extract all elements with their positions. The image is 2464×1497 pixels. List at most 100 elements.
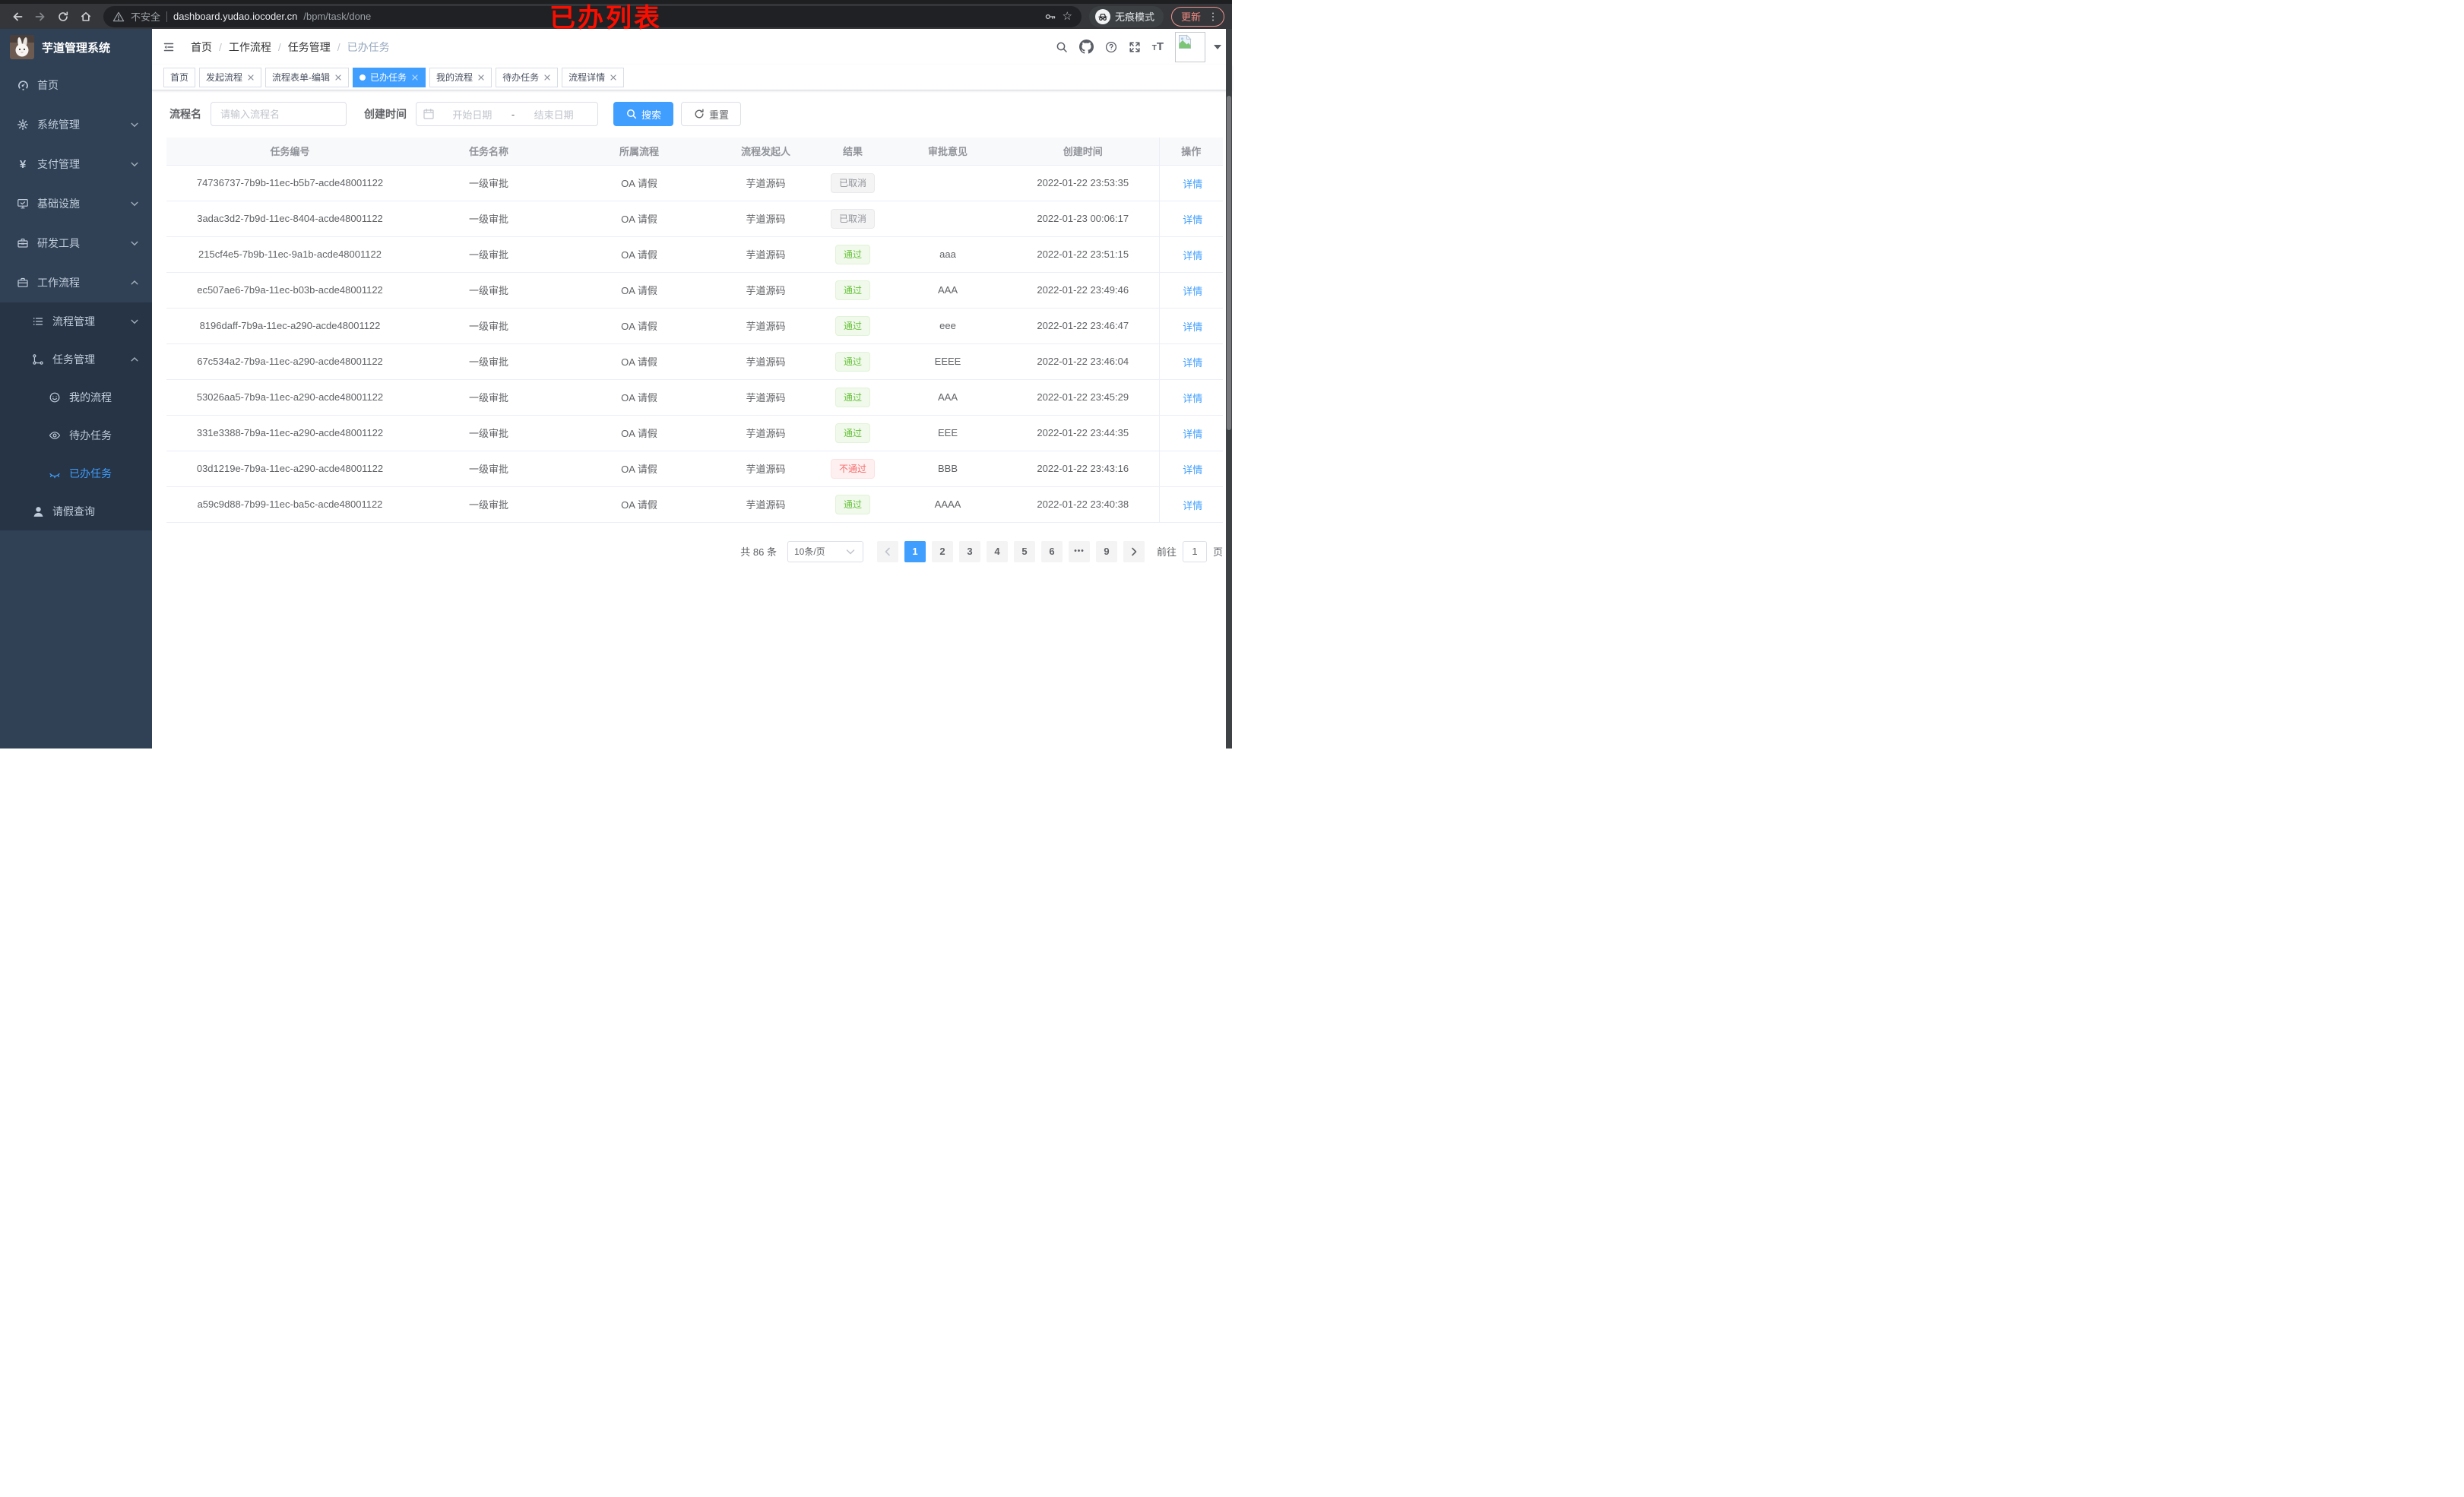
browser-back-button[interactable] [8, 7, 27, 27]
page-scrollbar[interactable] [1226, 29, 1232, 748]
process-name-label: 流程名 [169, 108, 201, 120]
detail-link[interactable]: 详情 [1180, 426, 1202, 441]
chevron-down-icon [130, 120, 139, 129]
result-badge: 通过 [835, 280, 870, 300]
chevron-down-icon [130, 317, 139, 326]
user-menu-caret-icon[interactable] [1214, 44, 1221, 49]
cell-result: 已取消 [817, 201, 888, 237]
flow-icon [31, 353, 45, 366]
prev-page-button[interactable] [876, 540, 898, 562]
detail-link[interactable]: 详情 [1180, 212, 1202, 226]
table-row: 03d1219e-7b9a-11ec-a290-acde48001122 一级审… [166, 451, 1223, 487]
help-icon[interactable] [1105, 41, 1117, 53]
search-button[interactable]: 搜索 [613, 102, 674, 126]
tab-流程表单-编辑[interactable]: 流程表单-编辑 [265, 67, 350, 87]
browser-reload-button[interactable] [53, 7, 73, 27]
scrollbar-thumb[interactable] [1227, 96, 1231, 430]
user-icon [31, 505, 45, 518]
reset-button[interactable]: 重置 [681, 102, 742, 126]
cell-created: 2022-01-22 23:40:38 [1007, 486, 1159, 523]
detail-link[interactable]: 详情 [1180, 462, 1202, 476]
tab-已办任务[interactable]: 已办任务 [353, 67, 426, 87]
cell-starter: 芋道源码 [714, 451, 817, 487]
close-icon[interactable] [411, 74, 419, 81]
cell-actions: 详情 [1158, 236, 1223, 273]
page-button-6[interactable]: 6 [1040, 540, 1063, 562]
bookmark-star-icon[interactable]: ☆ [1063, 11, 1072, 22]
sidebar-item-eye[interactable]: 待办任务 [0, 416, 152, 454]
table-row: 67c534a2-7b9a-11ec-a290-acde48001122 一级审… [166, 343, 1223, 380]
sidebar-item-dashboard[interactable]: 首页 [0, 65, 152, 105]
browser-menu-kebab-icon[interactable] [1207, 11, 1219, 23]
page-size-select[interactable]: 10条/页 [787, 540, 863, 562]
font-size-icon[interactable]: TT [1152, 40, 1164, 53]
sidebar-collapse-button[interactable] [158, 36, 179, 58]
chevron-down-icon [130, 199, 139, 208]
sidebar-item-monitor[interactable]: 基础设施 [0, 184, 152, 223]
detail-link[interactable]: 详情 [1180, 355, 1202, 369]
sidebar-item-eye-closed[interactable]: 已办任务 [0, 454, 152, 492]
page-button-9[interactable]: 9 [1095, 540, 1117, 562]
cell-actions: 详情 [1158, 486, 1223, 523]
sidebar-item-toolbox[interactable]: 研发工具 [0, 223, 152, 263]
cell-comment: AAAA [888, 486, 1007, 523]
page-button-2[interactable]: 2 [931, 540, 953, 562]
detail-link[interactable]: 详情 [1180, 176, 1202, 191]
toolbox-icon [16, 237, 30, 249]
sidebar-item-user[interactable]: 请假查询 [0, 492, 152, 530]
browser-home-button[interactable] [76, 7, 96, 27]
tab-流程详情[interactable]: 流程详情 [562, 67, 625, 87]
page-button-3[interactable]: 3 [958, 540, 980, 562]
sidebar-item-face[interactable]: 我的流程 [0, 378, 152, 416]
result-badge: 通过 [835, 423, 870, 443]
tab-发起流程[interactable]: 发起流程 [199, 67, 262, 87]
process-name-input[interactable] [211, 102, 347, 126]
close-icon[interactable] [610, 74, 617, 81]
sidebar-logo[interactable]: 芋道管理系统 [0, 29, 152, 65]
page-button-active[interactable]: 1 [904, 540, 926, 562]
close-icon[interactable] [247, 74, 255, 81]
date-range-picker[interactable]: 开始日期 - 结束日期 [416, 102, 598, 126]
browser-update-button[interactable]: 更新 [1170, 6, 1224, 27]
detail-link[interactable]: 详情 [1180, 248, 1202, 262]
breadcrumb-current: 已办任务 [347, 40, 390, 53]
close-icon[interactable] [477, 74, 485, 81]
cell-task-id: 03d1219e-7b9a-11ec-a290-acde48001122 [166, 451, 413, 487]
chevron-left-icon [882, 546, 894, 558]
goto-page-input[interactable] [1182, 540, 1207, 562]
result-badge: 不通过 [830, 458, 875, 479]
cell-created: 2022-01-22 23:46:47 [1007, 308, 1159, 344]
create-time-label: 创建时间 [364, 108, 407, 120]
more-pages-button[interactable]: ••• [1068, 540, 1090, 562]
fullscreen-icon[interactable] [1129, 41, 1141, 53]
cell-task-name: 一级审批 [413, 308, 564, 344]
breadcrumb-home[interactable]: 首页 [191, 40, 212, 55]
sidebar-item-briefcase[interactable]: 工作流程 [0, 263, 152, 302]
close-icon[interactable] [543, 74, 551, 81]
sidebar-item-gear[interactable]: 系统管理 [0, 105, 152, 144]
sidebar-item-flow[interactable]: 任务管理 [0, 340, 152, 378]
github-icon[interactable] [1078, 40, 1094, 54]
close-icon[interactable] [334, 74, 342, 81]
detail-link[interactable]: 详情 [1180, 391, 1202, 405]
date-start-placeholder[interactable]: 开始日期 [435, 107, 510, 122]
browser-forward-button[interactable] [30, 7, 50, 27]
sidebar-item-list[interactable]: 流程管理 [0, 302, 152, 340]
next-page-button[interactable] [1123, 540, 1145, 562]
password-key-icon[interactable] [1044, 11, 1056, 23]
detail-link[interactable]: 详情 [1180, 283, 1202, 298]
avatar[interactable] [1175, 31, 1205, 62]
page-button-5[interactable]: 5 [1013, 540, 1035, 562]
sidebar-item-yen[interactable]: ¥ 支付管理 [0, 144, 152, 184]
date-end-placeholder[interactable]: 结束日期 [516, 107, 591, 122]
tab-我的流程[interactable]: 我的流程 [429, 67, 492, 87]
detail-link[interactable]: 详情 [1180, 319, 1202, 334]
page-button-4[interactable]: 4 [986, 540, 1008, 562]
url-path: /bpm/task/done [303, 11, 372, 22]
cell-comment: aaa [888, 236, 1007, 273]
tab-首页[interactable]: 首页 [163, 67, 196, 87]
reload-icon [57, 11, 69, 23]
tab-待办任务[interactable]: 待办任务 [496, 67, 559, 87]
header-search-icon[interactable] [1056, 41, 1068, 53]
detail-link[interactable]: 详情 [1180, 498, 1202, 512]
